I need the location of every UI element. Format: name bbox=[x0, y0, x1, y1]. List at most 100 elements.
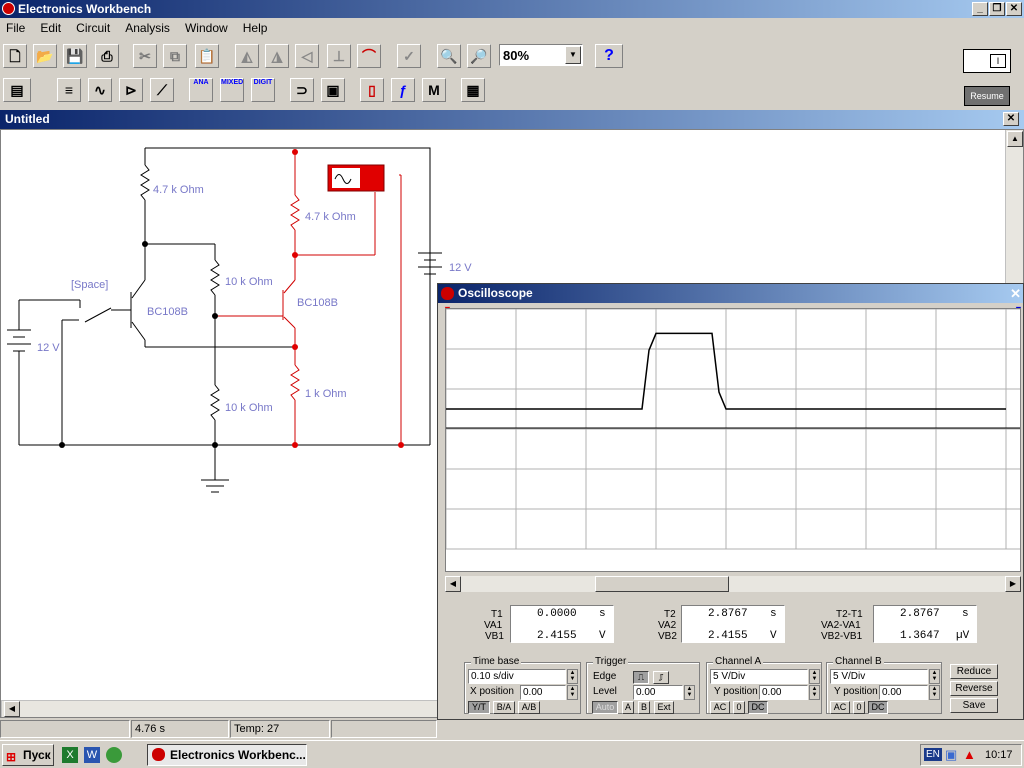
menu-bar: File Edit Circuit Analysis Window Help bbox=[0, 18, 1024, 38]
subcircuit-icon[interactable]: ⊥ bbox=[327, 44, 351, 68]
oscilloscope-screen[interactable] bbox=[445, 308, 1021, 572]
osc-scroll-left-icon[interactable]: ◀ bbox=[445, 576, 461, 592]
channel-a-dc-button[interactable]: DC bbox=[748, 701, 768, 714]
reduce-button[interactable]: Reduce bbox=[950, 664, 998, 679]
oscilloscope-scrollbar[interactable]: ◀ ▶ bbox=[445, 576, 1021, 592]
rising-edge-icon[interactable]: ⎍ bbox=[633, 671, 649, 684]
safely-remove-icon[interactable]: ▲ bbox=[963, 747, 976, 762]
cursor-2-readout: 2.8767 s 2.4155 V bbox=[681, 605, 785, 643]
yt-button[interactable]: Y/T bbox=[468, 701, 490, 714]
channel-b-ypos-spin-icon[interactable]: ▲ ▼ bbox=[929, 685, 940, 700]
taskbar-task-ewb[interactable]: Electronics Workbenc... bbox=[147, 744, 307, 766]
power-switch-icon[interactable]: I bbox=[963, 49, 1011, 73]
indicators-icon[interactable]: ▯ bbox=[360, 78, 384, 102]
language-indicator[interactable]: EN bbox=[924, 748, 942, 761]
channel-b-ac-button[interactable]: AC bbox=[830, 701, 850, 714]
document-close-button[interactable]: ✕ bbox=[1003, 112, 1019, 126]
excel-icon[interactable]: X bbox=[62, 747, 78, 763]
r3-label: 10 k Ohm bbox=[225, 276, 273, 288]
restore-button[interactable]: ❐ bbox=[989, 2, 1005, 16]
graph-icon[interactable]: ⌒ bbox=[357, 44, 381, 68]
flip-horizontal-icon[interactable]: ◮ bbox=[265, 44, 289, 68]
open-folder-icon[interactable]: 📂 bbox=[33, 44, 57, 68]
trigger-ext-button[interactable]: Ext bbox=[654, 701, 674, 714]
new-file-icon[interactable]: 🗋 bbox=[3, 44, 27, 68]
close-button[interactable]: ✕ bbox=[1006, 2, 1022, 16]
sources-icon[interactable]: ≡ bbox=[57, 78, 81, 102]
scroll-up-icon[interactable]: ▲ bbox=[1007, 131, 1023, 147]
menu-file[interactable]: File bbox=[0, 21, 31, 35]
cut-icon[interactable]: ✂ bbox=[133, 44, 157, 68]
channel-b-scale-field[interactable]: 5 V/Div bbox=[830, 669, 928, 684]
quick-launch-icon[interactable] bbox=[106, 747, 122, 763]
mixed-ics-icon[interactable]: MIXED bbox=[220, 78, 244, 102]
ana-label: ANA bbox=[193, 79, 209, 86]
misc-button[interactable]: M bbox=[422, 78, 446, 102]
basic-icon[interactable]: ∿ bbox=[88, 78, 112, 102]
help-button[interactable]: ? bbox=[595, 44, 623, 68]
oscilloscope-close-icon[interactable]: ✕ bbox=[1010, 284, 1021, 303]
level-spin-icon[interactable]: ▲ ▼ bbox=[684, 685, 695, 700]
word-icon[interactable]: W bbox=[84, 747, 100, 763]
print-icon[interactable]: ⎙ bbox=[95, 44, 119, 68]
menu-help[interactable]: Help bbox=[237, 21, 274, 35]
controls-icon[interactable]: ƒ bbox=[391, 78, 415, 102]
save-button[interactable]: Save bbox=[950, 698, 998, 713]
menu-edit[interactable]: Edit bbox=[34, 21, 67, 35]
xpos-spin-icon[interactable]: ▲ ▼ bbox=[567, 685, 578, 700]
document-title: Untitled bbox=[5, 112, 50, 126]
copy-icon[interactable]: ⧉ bbox=[163, 44, 187, 68]
osc-scroll-thumb[interactable] bbox=[595, 576, 729, 592]
zoom-out-icon[interactable]: 🔍 bbox=[437, 44, 461, 68]
parts-bin-icon[interactable]: ▤ bbox=[3, 78, 31, 102]
channel-b-zero-button[interactable]: 0 bbox=[853, 701, 865, 714]
start-button[interactable]: ⊞ Пуск bbox=[2, 744, 54, 766]
channel-b-scale-spin-icon[interactable]: ▲ ▼ bbox=[929, 669, 940, 684]
channel-a-scale-spin-icon[interactable]: ▲ ▼ bbox=[809, 669, 820, 684]
channel-b-dc-button[interactable]: DC bbox=[868, 701, 888, 714]
falling-edge-icon[interactable]: ⎎ bbox=[653, 671, 669, 684]
channel-a-zero-button[interactable]: 0 bbox=[733, 701, 745, 714]
instruments-icon[interactable]: ▦ bbox=[461, 78, 485, 102]
channel-a-ypos-field[interactable]: 0.00 bbox=[759, 685, 808, 700]
clock: 10:17 bbox=[985, 749, 1013, 761]
osc-scroll-right-icon[interactable]: ▶ bbox=[1005, 576, 1021, 592]
chevron-down-icon[interactable]: ▼ bbox=[565, 46, 581, 64]
timebase-spin-icon[interactable]: ▲ ▼ bbox=[567, 669, 578, 684]
trigger-b-button[interactable]: B bbox=[638, 701, 650, 714]
reverse-button[interactable]: Reverse bbox=[950, 681, 998, 696]
va1-label: VA1 bbox=[484, 620, 503, 631]
channel-a-ypos-spin-icon[interactable]: ▲ ▼ bbox=[809, 685, 820, 700]
zoom-in-icon[interactable]: 🔎 bbox=[467, 44, 491, 68]
rotate-icon[interactable]: ◭ bbox=[235, 44, 259, 68]
scroll-left-icon[interactable]: ◀ bbox=[4, 701, 20, 717]
minimize-button[interactable]: _ bbox=[972, 2, 988, 16]
channel-b-ypos-field[interactable]: 0.00 bbox=[879, 685, 928, 700]
menu-circuit[interactable]: Circuit bbox=[70, 21, 116, 35]
digital-icon[interactable]: ▣ bbox=[321, 78, 345, 102]
trigger-a-button[interactable]: A bbox=[622, 701, 634, 714]
channel-a-scale-field[interactable]: 5 V/Div bbox=[710, 669, 808, 684]
xpos-field[interactable]: 0.00 bbox=[520, 685, 566, 700]
digital-ics-icon[interactable]: DIGIT bbox=[251, 78, 275, 102]
ab-button[interactable]: A/B bbox=[518, 701, 540, 714]
channel-a-ac-button[interactable]: AC bbox=[710, 701, 730, 714]
paste-icon[interactable]: 📋 bbox=[195, 44, 219, 68]
diodes-icon[interactable]: ⊳ bbox=[119, 78, 143, 102]
menu-window[interactable]: Window bbox=[179, 21, 234, 35]
network-icon[interactable]: ▣ bbox=[945, 747, 957, 763]
resume-button[interactable]: Resume bbox=[964, 86, 1010, 106]
level-field[interactable]: 0.00 bbox=[633, 685, 683, 700]
trigger-auto-button[interactable]: Auto bbox=[592, 701, 618, 714]
transistors-icon[interactable]: ⟋ bbox=[150, 78, 174, 102]
timebase-field[interactable]: 0.10 s/div bbox=[468, 669, 566, 684]
component-properties-icon[interactable]: ✓ bbox=[397, 44, 421, 68]
ba-button[interactable]: B/A bbox=[493, 701, 515, 714]
zoom-select[interactable]: 80% ▼ bbox=[499, 44, 583, 66]
save-disk-icon[interactable]: 💾 bbox=[63, 44, 87, 68]
menu-analysis[interactable]: Analysis bbox=[119, 21, 176, 35]
logic-gates-icon[interactable]: ⊃ bbox=[290, 78, 314, 102]
flip-vertical-icon[interactable]: ◁ bbox=[295, 44, 319, 68]
status-temp: Temp: 27 bbox=[230, 720, 330, 738]
analog-ics-icon[interactable]: ANA bbox=[189, 78, 213, 102]
